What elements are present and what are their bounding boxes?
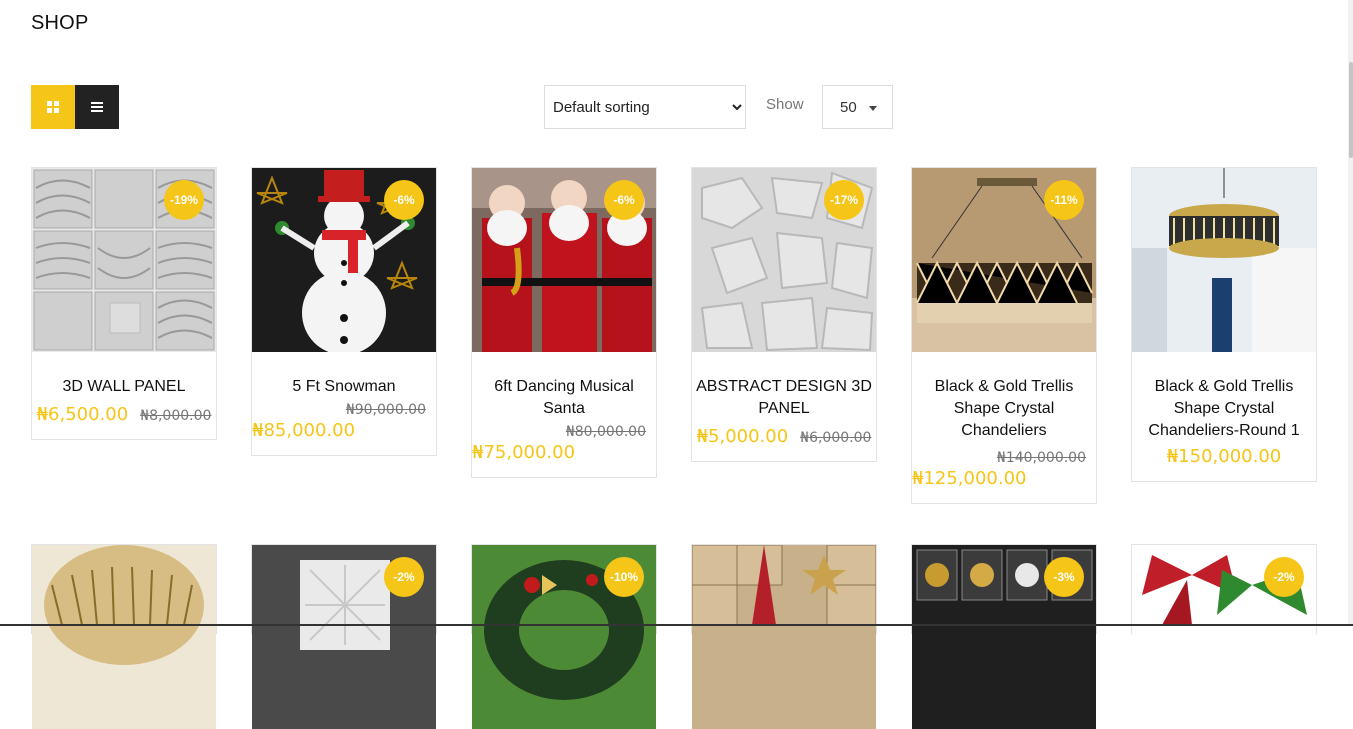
product-title[interactable]: ABSTRACT DESIGN 3D PANEL	[692, 376, 876, 420]
product-image[interactable]	[32, 545, 216, 729]
discount-badge: -10%	[604, 557, 644, 597]
show-count-select[interactable]: 50	[822, 85, 893, 129]
product-title[interactable]: 6ft Dancing Musical Santa	[472, 376, 656, 420]
product-card[interactable]	[691, 544, 877, 729]
discount-badge: -2%	[1264, 557, 1304, 597]
product-old-price: ₦140,000.00	[996, 450, 1086, 466]
product-image[interactable]: -19%	[32, 168, 216, 352]
product-price: ₦5,000.00	[696, 426, 789, 447]
price-row: ₦6,500.00 ₦8,000.00	[32, 404, 216, 425]
product-card[interactable]: -11% Black & Gold Trellis Shape Crystal …	[911, 167, 1097, 504]
price-row: ₦90,000.00 ₦85,000.00	[252, 402, 436, 441]
product-card[interactable]: -19% 3D WALL PANEL ₦6,500.00 ₦8,000.00	[31, 167, 217, 440]
discount-badge: -2%	[384, 557, 424, 597]
discount-badge: -6%	[384, 180, 424, 220]
product-image[interactable]	[1132, 168, 1316, 352]
product-title[interactable]: Black & Gold Trellis Shape Crystal Chand…	[912, 376, 1096, 442]
discount-badge: -3%	[1044, 557, 1084, 597]
product-image[interactable]: -11%	[912, 168, 1096, 352]
product-price: ₦75,000.00	[472, 442, 576, 463]
discount-badge: -19%	[164, 180, 204, 220]
grid-view-button[interactable]	[31, 85, 75, 129]
grid-icon	[47, 101, 59, 113]
show-label: Show	[766, 96, 804, 113]
product-price: ₦125,000.00	[912, 468, 1027, 489]
product-image[interactable]: -17%	[692, 168, 876, 352]
price-row: ₦5,000.00 ₦6,000.00	[692, 426, 876, 447]
product-old-price: ₦6,000.00	[800, 430, 872, 446]
product-old-price: ₦8,000.00	[140, 408, 212, 424]
discount-badge: -17%	[824, 180, 864, 220]
page-scrollbar[interactable]	[1348, 0, 1353, 626]
product-old-price: ₦80,000.00	[565, 424, 646, 440]
product-image[interactable]: -2%	[252, 545, 436, 729]
product-card[interactable]: -3%	[911, 544, 1097, 729]
product-image[interactable]: -3%	[912, 545, 1096, 729]
product-card[interactable]: Black & Gold Trellis Shape Crystal Chand…	[1131, 167, 1317, 482]
product-price: ₦85,000.00	[252, 420, 356, 441]
product-card[interactable]: -10%	[471, 544, 657, 729]
product-image[interactable]: -6%	[472, 168, 656, 352]
page-title: SHOP	[31, 12, 89, 34]
product-title[interactable]: 5 Ft Snowman	[252, 376, 436, 398]
caret-down-icon	[869, 106, 877, 111]
discount-badge: -11%	[1044, 180, 1084, 220]
product-card[interactable]: -6% 5 Ft Snowman ₦90,000.00 ₦85,000.00	[251, 167, 437, 456]
christmas-tree-image	[692, 545, 876, 729]
crystal-chandelier-image	[32, 545, 216, 729]
product-card[interactable]: -6% 6ft Dancing Musical Santa ₦80,000.00…	[471, 167, 657, 478]
product-title[interactable]: Black & Gold Trellis Shape Crystal Chand…	[1132, 376, 1316, 442]
list-icon	[91, 102, 103, 112]
product-image[interactable]: -10%	[472, 545, 656, 729]
product-card[interactable]: -2%	[251, 544, 437, 729]
product-title[interactable]: 3D WALL PANEL	[32, 376, 216, 398]
round-chandelier-image	[1132, 168, 1316, 352]
product-image[interactable]: -2%	[1132, 545, 1316, 729]
product-card[interactable]: -17% ABSTRACT DESIGN 3D PANEL ₦5,000.00 …	[691, 167, 877, 462]
list-view-button[interactable]	[75, 85, 119, 129]
show-count-value: 50	[840, 98, 857, 116]
product-price: ₦6,500.00	[36, 404, 129, 425]
product-image[interactable]: -6%	[252, 168, 436, 352]
scrollbar-thumb[interactable]	[1349, 62, 1353, 158]
sorting-select[interactable]: Default sorting	[544, 85, 746, 129]
product-old-price: ₦90,000.00	[345, 402, 426, 418]
price-row: ₦140,000.00 ₦125,000.00	[912, 450, 1096, 489]
price-row: ₦150,000.00	[1132, 446, 1316, 467]
product-image[interactable]	[692, 545, 876, 729]
product-price: ₦150,000.00	[1166, 446, 1282, 467]
discount-badge: -6%	[604, 180, 644, 220]
price-row: ₦80,000.00 ₦75,000.00	[472, 424, 656, 463]
product-card[interactable]: -2%	[1131, 544, 1317, 729]
product-card[interactable]	[31, 544, 217, 729]
